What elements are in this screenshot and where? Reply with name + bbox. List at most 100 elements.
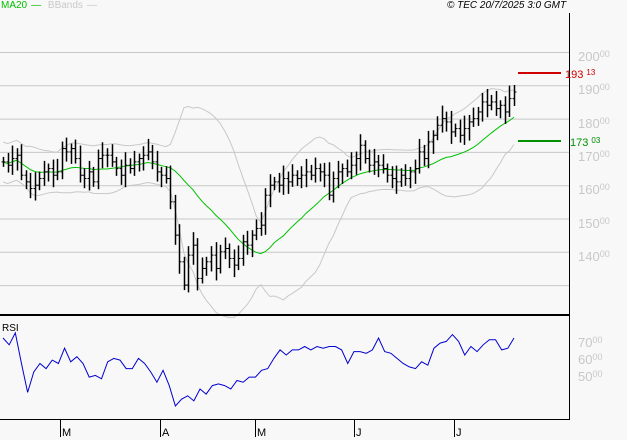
ohlc-bar: [114, 156, 119, 176]
ohlc-bar: [146, 138, 151, 161]
lower-band: [2, 144, 515, 319]
ohlc-bar: [141, 146, 146, 171]
ohlc-bar: [480, 92, 485, 122]
ohlc-bar: [381, 154, 386, 174]
ohlc-bar: [471, 107, 476, 127]
ohlc-bar: [331, 171, 336, 203]
price-tick-label: 18000: [578, 115, 610, 131]
rsi-tick-label: 7000: [578, 335, 603, 350]
ohlc-bar: [177, 224, 182, 274]
ohlc-bar: [426, 130, 431, 169]
ohlc-bar: [191, 232, 196, 265]
ohlc-bar: [223, 237, 228, 260]
month-label: M: [62, 427, 72, 439]
support-label: 173 03: [570, 136, 601, 149]
ohlc-bar: [431, 130, 436, 154]
ohlc-bar: [214, 242, 219, 281]
price-tick-label: 20000: [578, 49, 610, 64]
ohlc-bar: [236, 245, 241, 271]
price-tick-label: 19000: [578, 82, 610, 98]
ohlc-bar: [462, 115, 467, 145]
ohlc-bar: [286, 171, 291, 194]
upper-band: [2, 88, 515, 224]
ohlc-bar: [336, 160, 341, 189]
ohlc-bar: [209, 246, 214, 272]
ohlc-bar: [10, 145, 15, 175]
stock-chart: [0, 13, 570, 437]
ohlc-bar: [200, 257, 205, 284]
rsi-tick-label: 5000: [578, 369, 603, 384]
ohlc-bar: [422, 144, 427, 166]
ohlc-bar: [123, 152, 128, 188]
ohlc-bar: [137, 153, 142, 172]
ohlc-bar: [250, 230, 255, 258]
ohlc-bar: [204, 256, 209, 276]
ohlc-bar: [349, 152, 354, 180]
gridlines: [0, 52, 569, 287]
ohlc-bar: [195, 238, 200, 291]
ohlc-bar: [322, 162, 327, 188]
ohlc-bar: [304, 158, 309, 188]
ohlc-bar: [385, 163, 390, 183]
month-label: J: [456, 427, 462, 439]
ohlc-bar: [164, 166, 169, 184]
month-label: M: [257, 427, 267, 439]
ohlc-bar: [69, 143, 74, 164]
ohlc-bar: [345, 159, 350, 177]
rsi-line: [2, 331, 515, 407]
ohlc-bar: [313, 157, 318, 183]
ohlc-bar: [367, 149, 372, 173]
ohlc-bar: [309, 164, 314, 181]
ohlc-bar: [168, 165, 173, 210]
ohlc-bar: [1, 156, 6, 167]
ohlc-bar: [272, 176, 277, 191]
ohlc-bar: [150, 144, 155, 170]
ohlc-bar: [485, 88, 490, 118]
ohlc-bar: [413, 159, 418, 184]
ohlc-bar: [476, 106, 481, 126]
ohlc-bar: [498, 100, 503, 119]
ohlc-bar: [290, 164, 295, 187]
price-tick-label: 16000: [578, 182, 610, 198]
ohlc-bar: [37, 171, 42, 191]
ohlc-bar: [155, 150, 160, 182]
ohlc-bar: [245, 230, 250, 255]
ohlc-bar: [254, 219, 259, 241]
ohlc-bar: [512, 84, 517, 106]
ohlc-bar: [241, 234, 246, 266]
ohlc-bar: [218, 244, 223, 274]
ohlc-bar: [110, 144, 115, 167]
ohlc-bar: [15, 148, 20, 171]
ohlc-bar: [489, 94, 494, 111]
month-label: A: [162, 427, 170, 439]
ohlc-bar: [119, 159, 124, 185]
ohlc-bar: [327, 162, 332, 201]
ohlc-bar: [299, 166, 304, 189]
ohlc-bar: [105, 148, 110, 168]
ohlc-bars: [1, 84, 517, 293]
ohlc-bar: [318, 163, 323, 182]
month-label: J: [356, 427, 362, 439]
price-tick-label: 15000: [578, 215, 610, 231]
ohlc-bar: [399, 168, 404, 187]
rsi-tick-label: 6000: [578, 352, 603, 367]
ohlc-bar: [376, 154, 381, 178]
resistance-label: 193 13: [565, 68, 596, 81]
ohlc-bar: [159, 166, 164, 188]
ohlc-bar: [42, 160, 47, 186]
price-tick-label: 14000: [578, 248, 610, 264]
ohlc-bar: [55, 158, 60, 181]
ohlc-bar: [227, 243, 232, 269]
ohlc-bar: [46, 163, 51, 182]
ohlc-bar: [51, 159, 56, 188]
ohlc-bar: [100, 142, 105, 169]
rsi-series: [2, 331, 515, 407]
ohlc-bar: [403, 164, 408, 186]
ohlc-bar: [417, 138, 422, 174]
ohlc-bar: [64, 137, 69, 162]
ohlc-bar: [132, 150, 137, 176]
ohlc-bar: [259, 212, 264, 236]
ohlc-bar: [232, 249, 237, 278]
ohlc-bar: [33, 172, 38, 201]
ohlc-bar: [78, 145, 83, 183]
